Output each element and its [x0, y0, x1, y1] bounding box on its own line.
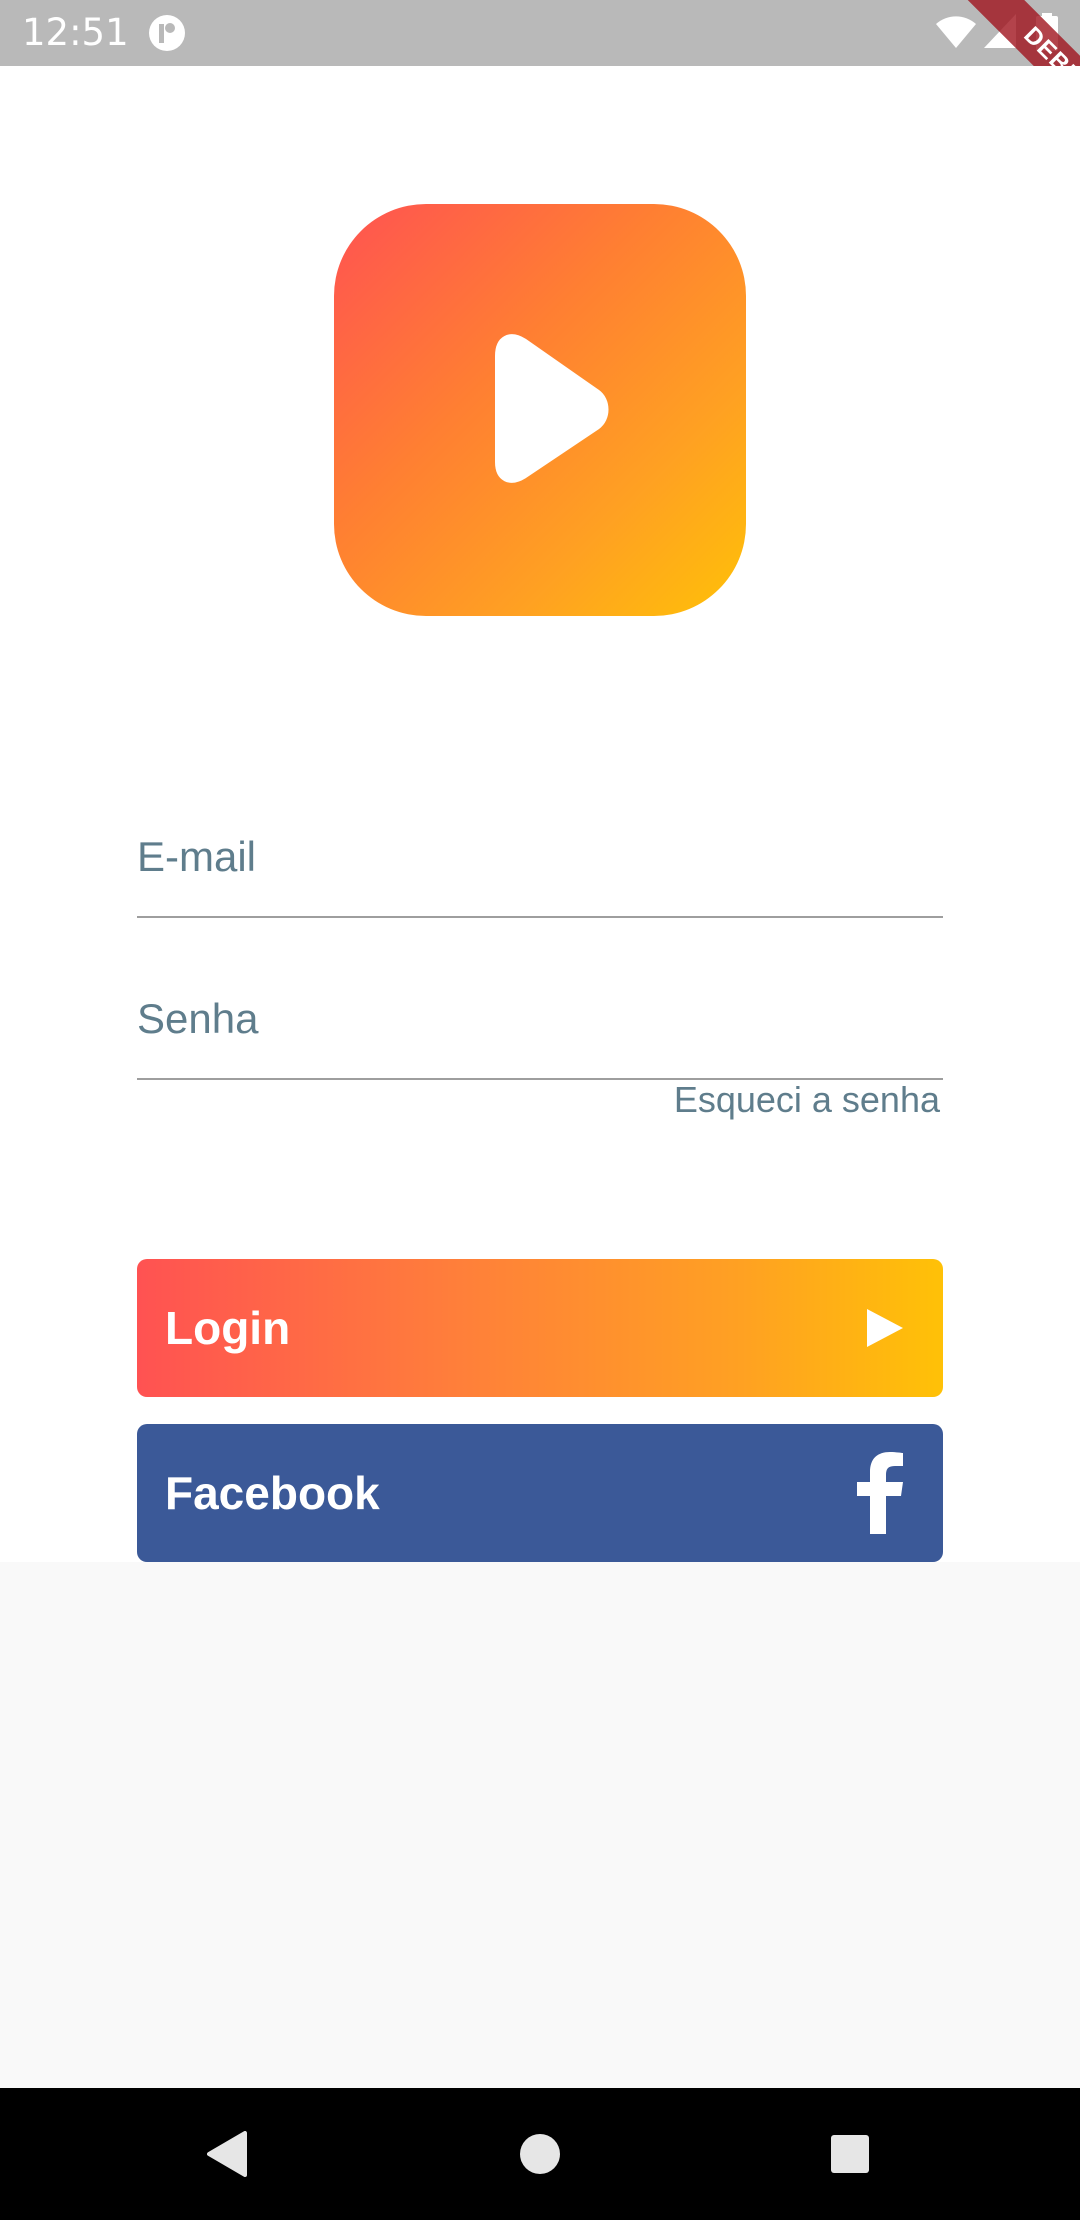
status-bar: 12:51 [0, 0, 1080, 66]
app-notification-icon [149, 15, 185, 51]
facebook-icon [857, 1452, 903, 1534]
forgot-password-link[interactable]: Esqueci a senha [674, 1076, 940, 1124]
wifi-icon [936, 16, 976, 48]
play-icon [495, 334, 609, 483]
email-input[interactable] [137, 820, 943, 916]
status-time: 12:51 [22, 11, 129, 54]
login-button[interactable]: Login [137, 1259, 943, 1397]
password-input[interactable] [137, 982, 943, 1078]
back-icon [207, 2131, 247, 2177]
back-button[interactable] [196, 2088, 256, 2220]
facebook-button[interactable]: Facebook [137, 1424, 943, 1562]
email-field[interactable] [137, 820, 943, 918]
home-icon [520, 2134, 560, 2174]
battery-icon [1036, 13, 1058, 51]
play-icon [867, 1309, 903, 1347]
navigation-bar [0, 2088, 1080, 2220]
login-button-label: Login [165, 1302, 291, 1354]
app-logo [334, 204, 746, 616]
password-field[interactable] [137, 982, 943, 1080]
signal-icon [984, 14, 1016, 48]
home-button[interactable] [510, 2088, 570, 2220]
recents-icon [831, 2135, 869, 2173]
recents-button[interactable] [820, 2088, 880, 2220]
facebook-button-label: Facebook [165, 1467, 380, 1519]
